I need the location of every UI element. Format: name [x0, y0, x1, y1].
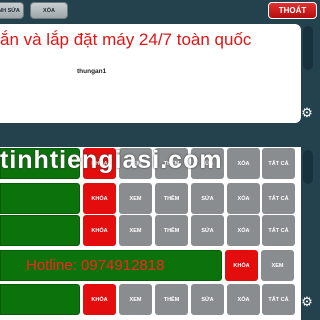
lock-button[interactable]: KHÓA — [83, 215, 116, 246]
view-button[interactable]: XEM — [119, 183, 152, 214]
gear-icon[interactable]: ⚙ — [300, 106, 314, 120]
user-row: KHÓA XEM THÊM SỬA XÓA TẤT CẢ — [0, 215, 301, 248]
top-toolbar: NH SỬA XÓA THOÁT — [0, 0, 320, 22]
user-row: KHÓA XEM THÊM SỬA XÓA TẤT CẢ — [0, 284, 301, 317]
all-button[interactable]: TẤT CẢ — [262, 148, 295, 179]
all-button[interactable]: TẤT CẢ — [262, 215, 295, 246]
notice-scrollbar[interactable] — [303, 26, 313, 70]
view-button[interactable]: XEM — [119, 215, 152, 246]
add-button[interactable]: THÊM — [155, 284, 188, 315]
user-name-cell[interactable] — [0, 215, 80, 246]
all-button[interactable]: TẤT CẢ — [262, 183, 295, 214]
view-button[interactable]: XEM — [261, 250, 294, 281]
delete-perm-button[interactable]: XÓA — [227, 215, 260, 246]
edit-perm-button[interactable]: SỬA — [191, 215, 224, 246]
marquee-text: ắn và lắp đặt máy 24/7 toàn quốc — [0, 30, 252, 49]
edit-button[interactable]: NH SỬA — [0, 2, 24, 19]
edit-perm-button[interactable]: SỬA — [191, 183, 224, 214]
user-name-cell[interactable] — [0, 284, 80, 315]
delete-button[interactable]: XÓA — [30, 2, 68, 19]
user-name-cell[interactable] — [0, 183, 80, 214]
permissions-scrollbar[interactable] — [303, 150, 313, 184]
delete-perm-button[interactable]: XÓA — [227, 284, 260, 315]
all-button[interactable]: TẤT CẢ — [262, 284, 295, 315]
delete-perm-button[interactable]: XÓA — [227, 183, 260, 214]
notice-panel: ắn và lắp đặt máy 24/7 toàn quốc thungan… — [0, 24, 301, 123]
add-button[interactable]: THÊM — [155, 183, 188, 214]
user-row: KHÓA XEM THÊM SỬA XÓA TẤT CẢ — [0, 183, 301, 216]
watermark-text: tinhtiengiasi.com — [0, 146, 223, 174]
add-button[interactable]: THÊM — [155, 215, 188, 246]
username-label: thungan1 — [77, 68, 107, 75]
lock-button[interactable]: KHÓA — [83, 284, 116, 315]
exit-button[interactable]: THOÁT — [268, 2, 317, 19]
gear-icon[interactable]: ⚙ — [300, 295, 314, 309]
delete-perm-button[interactable]: XÓA — [227, 148, 260, 179]
edit-perm-button[interactable]: SỬA — [191, 284, 224, 315]
lock-button[interactable]: KHÓA — [83, 183, 116, 214]
hotline-text: Hotline: 0974912818 — [26, 257, 165, 274]
view-button[interactable]: XEM — [119, 284, 152, 315]
lock-button[interactable]: KHÓA — [225, 250, 258, 281]
